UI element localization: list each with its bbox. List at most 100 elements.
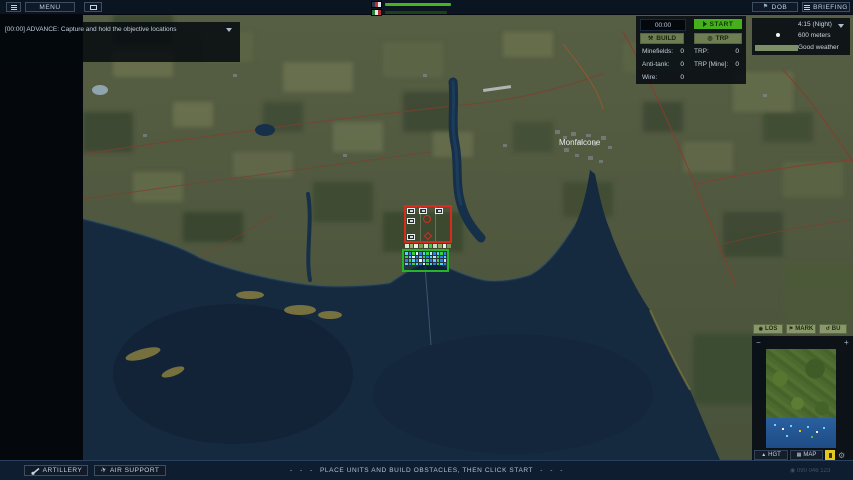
top-bar: MENU ⚑ DOB BRIEFING: [0, 0, 853, 15]
gear-icon[interactable]: ⚙: [838, 451, 845, 460]
los-button-label: LOS: [765, 326, 777, 332]
map-mode-button[interactable]: ▦ MAP: [790, 450, 823, 460]
unit-marker[interactable]: [409, 252, 412, 255]
objective-marker[interactable]: [435, 208, 443, 214]
stat-label: Minefields:: [642, 48, 673, 55]
minimap-map[interactable]: [766, 349, 836, 448]
briefing-button[interactable]: BRIEFING: [802, 2, 850, 12]
unit-marker[interactable]: [423, 259, 426, 262]
unit-marker[interactable]: [429, 244, 433, 248]
unit-marker[interactable]: [430, 263, 433, 266]
unit-marker[interactable]: [419, 259, 422, 262]
unit-marker[interactable]: [440, 259, 443, 262]
unit-marker[interactable]: [412, 263, 415, 266]
objective-marker[interactable]: [419, 208, 427, 214]
wrench-icon: ⚒: [648, 35, 653, 42]
ticket-display: [371, 1, 451, 16]
visibility-value: 600 meters: [798, 32, 831, 39]
unit-marker[interactable]: [447, 244, 451, 248]
mission-timer: 00:00: [640, 19, 686, 31]
unit-marker[interactable]: [433, 256, 436, 259]
unit-marker[interactable]: [426, 252, 429, 255]
build-panel: 00:00 START ⚒ BUILD ◎ TRP Minefields: 0 …: [636, 16, 746, 84]
unit-marker[interactable]: [405, 263, 408, 266]
unit-marker[interactable]: [426, 259, 429, 262]
chevron-down-icon[interactable]: [226, 28, 232, 32]
unit-marker[interactable]: [440, 263, 443, 266]
unit-marker[interactable]: [437, 252, 440, 255]
hgt-button[interactable]: ▲ HGT: [754, 450, 788, 460]
unit-marker[interactable]: [430, 256, 433, 259]
unit-marker[interactable]: [437, 259, 440, 262]
unit-marker[interactable]: [409, 259, 412, 262]
friendly-faction-flag: [371, 1, 382, 8]
unit-marker[interactable]: [416, 256, 419, 259]
unit-marker[interactable]: [419, 263, 422, 266]
follow-toggle-button[interactable]: [825, 450, 835, 460]
unit-marker[interactable]: [430, 252, 433, 255]
bu-button[interactable]: ↺ BU: [819, 324, 847, 334]
objective-marker[interactable]: [407, 234, 415, 240]
unit-marker[interactable]: [437, 256, 440, 259]
objective-zone[interactable]: [404, 205, 452, 243]
deployment-zone[interactable]: [402, 249, 449, 272]
unit-marker[interactable]: [444, 252, 447, 255]
unit-marker[interactable]: [409, 256, 412, 259]
grid-icon: ▦: [797, 452, 802, 458]
unit-marker[interactable]: [440, 256, 443, 259]
unit-marker[interactable]: [410, 244, 414, 248]
unit-marker[interactable]: [412, 256, 415, 259]
unit-marker[interactable]: [433, 259, 436, 262]
unit-marker[interactable]: [444, 259, 447, 262]
unit-marker[interactable]: [409, 263, 412, 266]
unit-marker[interactable]: [419, 256, 422, 259]
unit-marker[interactable]: [440, 252, 443, 255]
unit-marker[interactable]: [423, 256, 426, 259]
unit-marker[interactable]: [426, 263, 429, 266]
unit-marker[interactable]: [414, 244, 418, 248]
dob-button[interactable]: ⚑ DOB: [752, 2, 798, 12]
enemy-faction-flag: [371, 9, 382, 16]
unit-marker[interactable]: [426, 256, 429, 259]
stat-label: TRP:: [694, 48, 709, 55]
menu-button-label: MENU: [39, 4, 60, 11]
deploy-units-grid[interactable]: [405, 252, 447, 265]
start-button[interactable]: START: [694, 19, 742, 29]
unit-marker[interactable]: [443, 244, 447, 248]
interface-toggle-button[interactable]: [84, 2, 102, 12]
unit-marker[interactable]: [444, 263, 447, 266]
unit-marker[interactable]: [433, 252, 436, 255]
unit-marker[interactable]: [438, 244, 442, 248]
unit-marker[interactable]: [416, 252, 419, 255]
chevron-down-icon[interactable]: [838, 24, 844, 28]
unit-marker[interactable]: [419, 252, 422, 255]
unit-marker[interactable]: [405, 244, 409, 248]
unit-marker[interactable]: [424, 244, 428, 248]
mark-button[interactable]: ⚑ MARK: [786, 324, 816, 334]
objective-marker[interactable]: [407, 208, 415, 214]
unit-marker[interactable]: [423, 263, 426, 266]
unit-marker[interactable]: [430, 259, 433, 262]
unit-marker[interactable]: [416, 263, 419, 266]
objective-marker[interactable]: [407, 218, 415, 224]
unit-marker[interactable]: [412, 259, 415, 262]
unit-marker[interactable]: [444, 256, 447, 259]
build-button[interactable]: ⚒ BUILD: [640, 33, 684, 44]
los-button[interactable]: ◉ LOS: [753, 324, 783, 334]
zoom-in-button[interactable]: +: [844, 339, 849, 347]
hamburger-menu-button[interactable]: [6, 2, 21, 12]
unit-marker[interactable]: [416, 259, 419, 262]
unit-marker[interactable]: [405, 252, 408, 255]
unit-marker[interactable]: [419, 244, 423, 248]
trp-button[interactable]: ◎ TRP: [694, 33, 742, 44]
unit-marker[interactable]: [412, 252, 415, 255]
unit-marker[interactable]: [433, 263, 436, 266]
unit-marker[interactable]: [433, 244, 437, 248]
unit-marker[interactable]: [437, 263, 440, 266]
unit-marker[interactable]: [405, 259, 408, 262]
screen-icon: [90, 5, 97, 10]
menu-button[interactable]: MENU: [25, 2, 75, 12]
zoom-out-button[interactable]: −: [756, 339, 761, 347]
unit-marker[interactable]: [423, 252, 426, 255]
unit-marker[interactable]: [405, 256, 408, 259]
